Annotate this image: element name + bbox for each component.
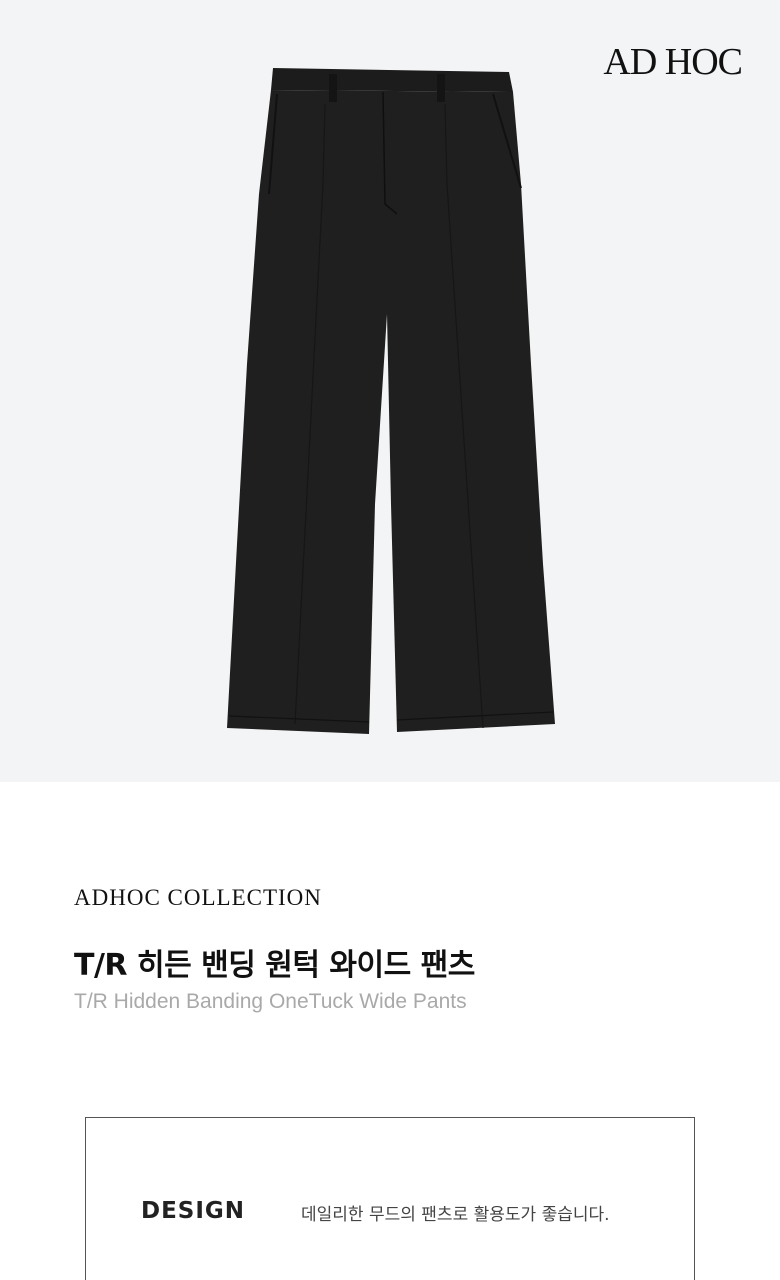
design-label: DESIGN xyxy=(141,1198,246,1224)
design-info-box: DESIGN 데일리한 무드의 팬츠로 활용도가 좋습니다. xyxy=(85,1117,695,1280)
brand-logo: AD HOC xyxy=(603,41,743,83)
product-title-english: T/R Hidden Banding OneTuck Wide Pants xyxy=(74,990,467,1013)
pants-product-image xyxy=(227,68,555,734)
product-title-korean: T/R 히든 밴딩 원턱 와이드 팬츠 xyxy=(74,948,475,983)
collection-label: ADHOC COLLECTION xyxy=(74,885,322,910)
product-hero: AD HOC xyxy=(0,0,780,782)
design-description: 데일리한 무드의 팬츠로 활용도가 좋습니다. xyxy=(301,1205,610,1225)
